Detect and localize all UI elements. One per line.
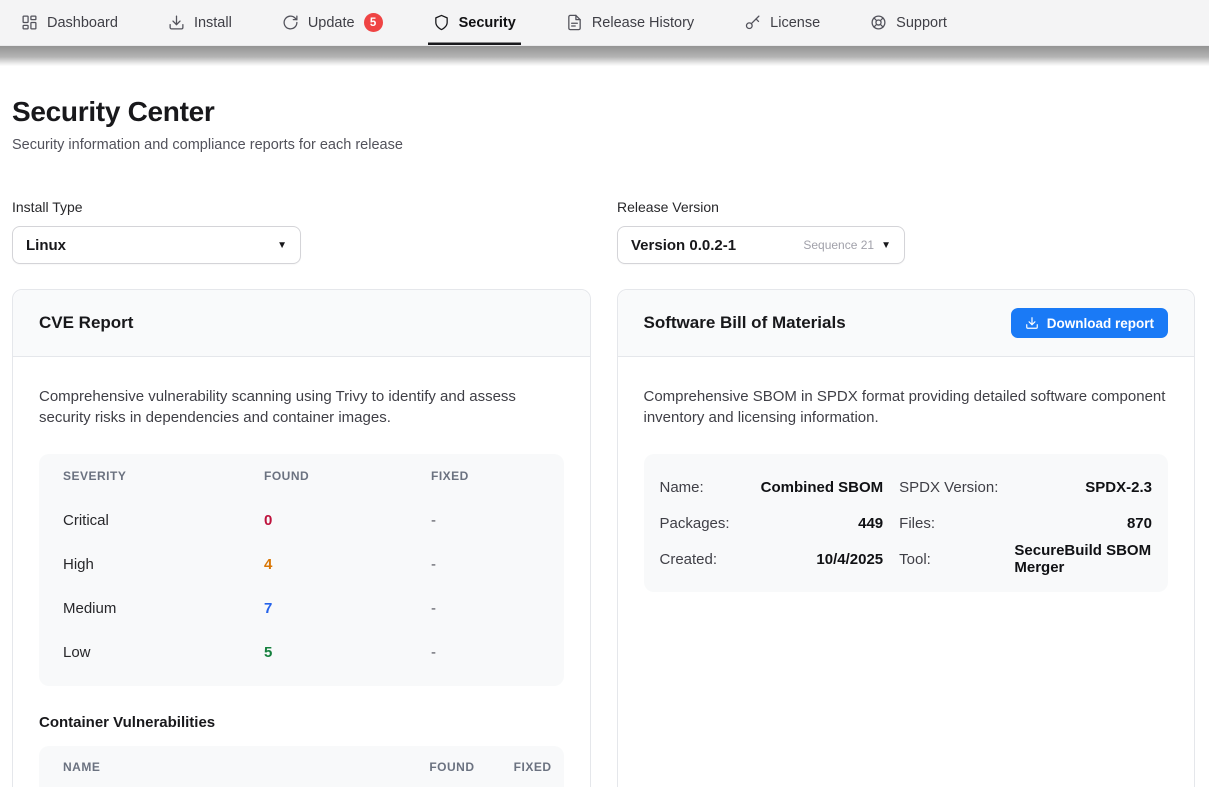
release-version-label: Release Version: [617, 199, 905, 215]
sbom-info-label: Files:: [899, 505, 998, 541]
nav-item-support[interactable]: Support: [865, 0, 952, 45]
fixed-count: -: [431, 512, 564, 529]
sbom-info-label: Created:: [660, 541, 730, 577]
install-type-value: Linux: [26, 237, 277, 254]
container-vulnerabilities-header: NAME FOUND FIXED: [39, 746, 564, 787]
sbom-info-value: SPDX-2.3: [1014, 469, 1152, 505]
severity-label: Critical: [63, 512, 264, 529]
found-count: 4: [264, 556, 431, 573]
download-report-button[interactable]: Download report: [1011, 308, 1168, 338]
filters-row: Install Type Linux ▼ Release Version Ver…: [12, 199, 1195, 264]
install-type-select[interactable]: Linux ▼: [12, 226, 301, 264]
life-buoy-icon: [870, 14, 887, 31]
found-count: 0: [264, 512, 431, 529]
fixed-count: -: [431, 600, 564, 617]
sbom-info-label: Packages:: [660, 505, 730, 541]
chevron-down-icon: ▼: [277, 240, 287, 251]
severity-label: Medium: [63, 600, 264, 617]
column-header-fixed: FIXED: [431, 469, 564, 483]
table-row: High 4 -: [39, 542, 564, 586]
sbom-description: Comprehensive SBOM in SPDX format provid…: [644, 386, 1169, 428]
sbom-info-label: SPDX Version:: [899, 469, 998, 505]
release-sequence-label: Sequence 21: [803, 238, 874, 252]
page-title: Security Center: [12, 96, 1195, 128]
download-button-label: Download report: [1047, 316, 1154, 331]
cve-description: Comprehensive vulnerability scanning usi…: [39, 386, 564, 428]
nav-item-update[interactable]: Update 5: [277, 0, 388, 45]
shield-icon: [433, 14, 450, 31]
nav-item-label: Dashboard: [47, 15, 118, 31]
page-subtitle: Security information and compliance repo…: [12, 137, 1195, 153]
nav-item-label: Release History: [592, 15, 694, 31]
sbom-info-value: 10/4/2025: [746, 541, 884, 577]
release-version-select[interactable]: Version 0.0.2-1 Sequence 21 ▼: [617, 226, 905, 264]
sbom-info-value: SecureBuild SBOM Merger: [1014, 541, 1152, 577]
key-icon: [744, 14, 761, 31]
sbom-info-value: Combined SBOM: [746, 469, 884, 505]
nav-item-label: Update: [308, 15, 355, 31]
column-header-severity: SEVERITY: [63, 469, 264, 483]
download-icon: [168, 14, 185, 31]
table-row: Medium 7 -: [39, 586, 564, 630]
nav-item-label: Install: [194, 15, 232, 31]
sbom-info-label: Name:: [660, 469, 730, 505]
fixed-count: -: [431, 644, 564, 661]
column-header-found: FOUND: [385, 760, 475, 774]
nav-item-security[interactable]: Security: [428, 0, 521, 45]
nav-item-dashboard[interactable]: Dashboard: [16, 0, 123, 45]
column-header-found: FOUND: [264, 469, 431, 483]
fixed-count: -: [431, 556, 564, 573]
sbom-info-label: Tool:: [899, 541, 998, 577]
severity-table: SEVERITY FOUND FIXED Critical 0 - High 4…: [39, 454, 564, 686]
table-row: Critical 0 -: [39, 498, 564, 542]
column-header-fixed: FIXED: [475, 760, 552, 774]
sbom-info-value: 449: [746, 505, 884, 541]
severity-table-header: SEVERITY FOUND FIXED: [39, 454, 564, 498]
column-header-name: NAME: [63, 760, 385, 774]
severity-label: High: [63, 556, 264, 573]
top-navigation: Dashboard Install Update 5 Security Rele…: [0, 0, 1209, 46]
chevron-down-icon: ▼: [881, 240, 891, 251]
table-row: Low 5 -: [39, 630, 564, 674]
release-version-value: Version 0.0.2-1: [631, 237, 803, 254]
cve-card-header: CVE Report: [13, 290, 590, 357]
nav-item-install[interactable]: Install: [163, 0, 237, 45]
sbom-card-title: Software Bill of Materials: [644, 313, 846, 333]
sbom-card-header: Software Bill of Materials Download repo…: [618, 290, 1195, 357]
nav-shadow-band: [0, 46, 1209, 66]
nav-item-release-history[interactable]: Release History: [561, 0, 699, 45]
nav-item-label: License: [770, 15, 820, 31]
nav-item-label: Security: [459, 15, 516, 31]
cve-report-card: CVE Report Comprehensive vulnerability s…: [12, 289, 591, 787]
refresh-icon: [282, 14, 299, 31]
main-content: Security Center Security information and…: [0, 96, 1209, 787]
sbom-info-value: 870: [1014, 505, 1152, 541]
found-count: 7: [264, 600, 431, 617]
found-count: 5: [264, 644, 431, 661]
update-count-badge: 5: [364, 13, 383, 32]
nav-item-license[interactable]: License: [739, 0, 825, 45]
download-icon: [1025, 316, 1039, 330]
install-type-label: Install Type: [12, 199, 301, 215]
cve-card-title: CVE Report: [39, 313, 133, 333]
dashboard-grid-icon: [21, 14, 38, 31]
document-icon: [566, 14, 583, 31]
severity-label: Low: [63, 644, 264, 661]
nav-item-label: Support: [896, 15, 947, 31]
sbom-card: Software Bill of Materials Download repo…: [617, 289, 1196, 787]
sbom-info-grid: Name: Combined SBOM SPDX Version: SPDX-2…: [644, 454, 1169, 592]
container-vulnerabilities-title: Container Vulnerabilities: [39, 714, 564, 731]
